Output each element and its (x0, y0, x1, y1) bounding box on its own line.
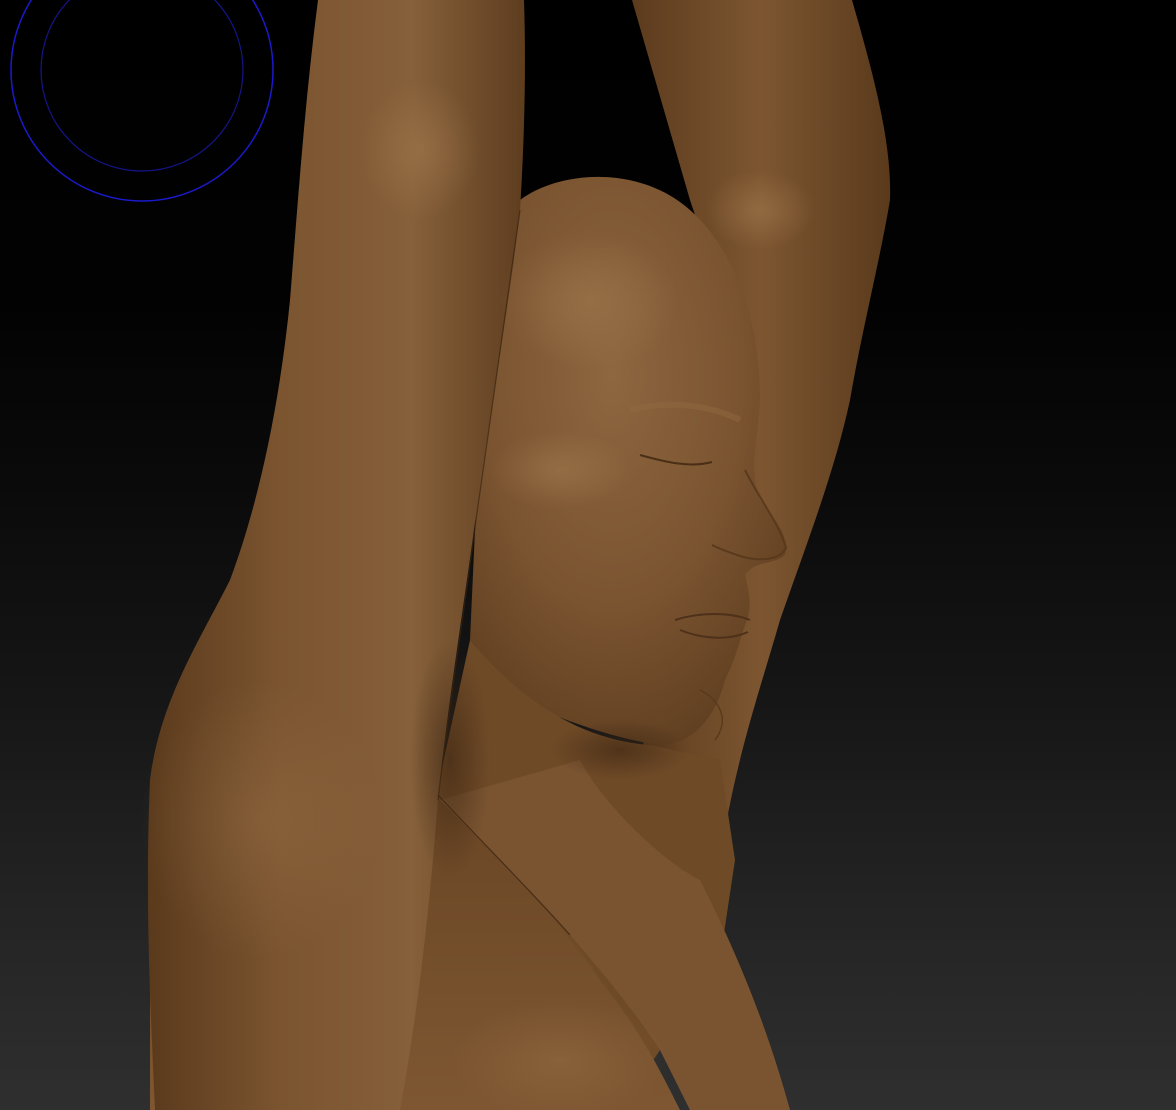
brush-circle-icon (10, 0, 274, 202)
brush-inner-ring (40, 0, 244, 172)
sculpt-viewport[interactable] (0, 0, 1176, 1110)
forehead-highlight (500, 230, 680, 370)
elbow-highlight (360, 80, 480, 220)
jaw-shadow (550, 720, 690, 780)
armpit-shadow (410, 640, 490, 880)
forearm-highlight (705, 170, 815, 250)
cheek-highlight (490, 430, 630, 510)
shoulder-highlight (140, 680, 380, 960)
